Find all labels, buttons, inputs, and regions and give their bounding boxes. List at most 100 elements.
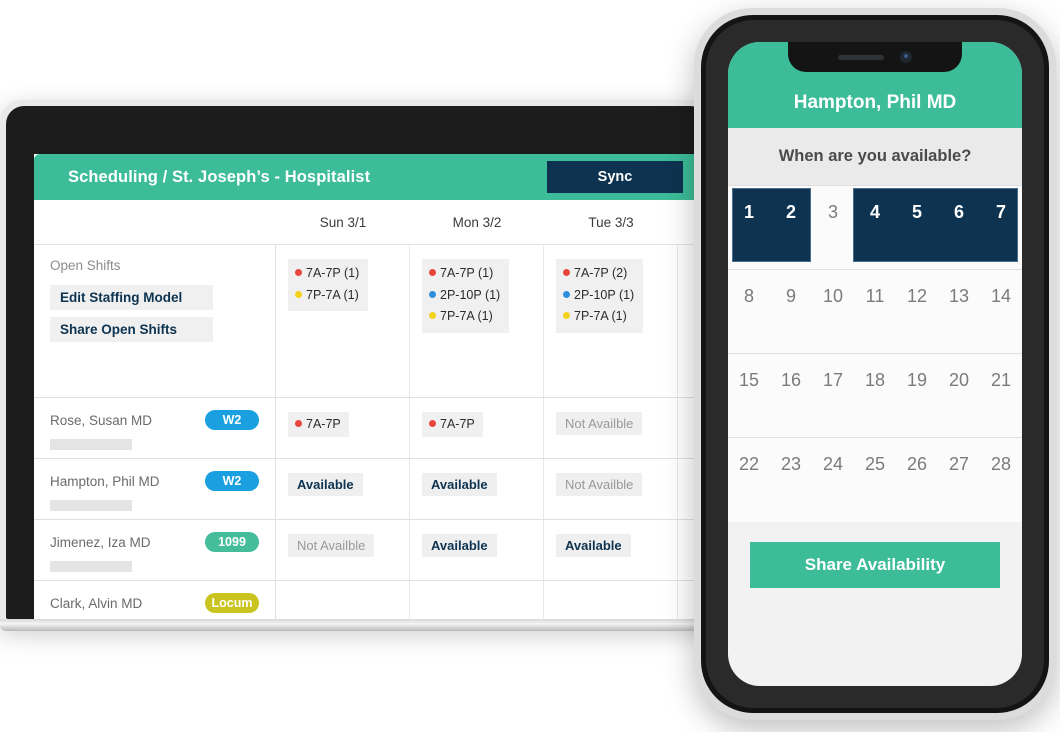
calendar-day-16[interactable]: 16 [770, 354, 812, 437]
shift-line: 2P-10P (1) [429, 285, 500, 307]
shift-label: 7P-7A (1) [574, 309, 627, 323]
unavailable-label: Not Availble [288, 534, 375, 557]
calendar-day-7[interactable]: 7 [980, 186, 1022, 269]
calendar-day-18[interactable]: 18 [854, 354, 896, 437]
availability-prompt-bar: When are you available? [728, 128, 1022, 186]
calendar-day-6[interactable]: 6 [938, 186, 980, 269]
shift-chip-group: 7A-7P (1) 2P-10P (1) 7P-7A (1) [422, 259, 510, 333]
status-badge: 1099 [205, 532, 259, 552]
provider-cell[interactable]: Jimenez, Iza MD 1099 [34, 520, 276, 580]
schedule-cell[interactable]: Available [410, 459, 544, 519]
schedule-cell[interactable] [410, 581, 544, 619]
status-badge: W2 [205, 410, 259, 430]
calendar-day-24[interactable]: 24 [812, 438, 854, 522]
provider-cell[interactable]: Clark, Alvin MD Locum [34, 581, 276, 619]
speaker-icon [838, 54, 884, 60]
shift-dot-icon [429, 312, 436, 319]
calendar-day-8[interactable]: 8 [728, 270, 770, 353]
calendar-day-12[interactable]: 12 [896, 270, 938, 353]
calendar-day-20[interactable]: 20 [938, 354, 980, 437]
calendar-day-25[interactable]: 25 [854, 438, 896, 522]
share-availability-button[interactable]: Share Availability [750, 542, 1000, 588]
calendar-day-4[interactable]: 4 [854, 186, 896, 269]
table-row: Hampton, Phil MD W2 Available Available [34, 459, 708, 520]
calendar-day-28[interactable]: 28 [980, 438, 1022, 522]
open-shifts-cell-tue[interactable]: 7A-7P (2) 2P-10P (1) 7P-7A (1) [544, 245, 678, 397]
calendar-day-5[interactable]: 5 [896, 186, 938, 269]
shift-label: 7A-7P (1) [306, 266, 360, 280]
share-open-shifts-button[interactable]: Share Open Shifts [50, 317, 213, 342]
laptop-device: Scheduling / St. Joseph’s - Hospitalist … [0, 100, 714, 640]
shift-label: 7P-7A (1) [440, 309, 493, 323]
schedule-cell[interactable]: Not Availble [276, 520, 410, 580]
sync-button[interactable]: Sync [547, 161, 683, 193]
available-label: Available [288, 473, 363, 496]
edit-staffing-model-button[interactable]: Edit Staffing Model [50, 285, 213, 310]
table-row: Rose, Susan MD W2 7A-7P 7A-7P Not Availb… [34, 398, 708, 459]
calendar-day-26[interactable]: 26 [896, 438, 938, 522]
shift-dot-icon [429, 420, 436, 427]
schedule-cell[interactable]: Not Availble [544, 459, 678, 519]
calendar-day-10[interactable]: 10 [812, 270, 854, 353]
screenshot-stage: Scheduling / St. Joseph’s - Hospitalist … [0, 0, 1060, 732]
open-shifts-label: Open Shifts [50, 258, 121, 273]
schedule-cell[interactable]: Available [276, 459, 410, 519]
provider-cell[interactable]: Rose, Susan MD W2 [34, 398, 276, 458]
calendar-day-14[interactable]: 14 [980, 270, 1022, 353]
placeholder-bar [50, 500, 132, 511]
schedule-cell[interactable]: 7A-7P [410, 398, 544, 458]
calendar-day-17[interactable]: 17 [812, 354, 854, 437]
open-shifts-cell-sun[interactable]: 7A-7P (1) 7P-7A (1) [276, 245, 410, 397]
schedule-cell[interactable]: Available [544, 520, 678, 580]
schedule-grid: Open Shifts Edit Staffing Model Share Op… [34, 244, 708, 619]
page-title: Scheduling / St. Joseph’s - Hospitalist [68, 167, 371, 186]
schedule-cell[interactable]: 7A-7P [276, 398, 410, 458]
provider-cell[interactable]: Hampton, Phil MD W2 [34, 459, 276, 519]
calendar-day-11[interactable]: 11 [854, 270, 896, 353]
shift-label: 7A-7P (2) [574, 266, 628, 280]
schedule-cell[interactable]: Not Availble [544, 398, 678, 458]
shift-dot-icon [429, 290, 436, 298]
open-shifts-row: Open Shifts Edit Staffing Model Share Op… [34, 245, 708, 398]
shift-dot-icon [295, 290, 302, 298]
calendar-day-21[interactable]: 21 [980, 354, 1022, 437]
calendar-day-27[interactable]: 27 [938, 438, 980, 522]
phone-device: Hampton, Phil MD When are you available?… [694, 8, 1056, 720]
phone-screen: Hampton, Phil MD When are you available?… [728, 42, 1022, 686]
table-row: Jimenez, Iza MD 1099 Not Availble Availa… [34, 520, 708, 581]
available-label: Available [556, 534, 631, 557]
available-label: Available [422, 473, 497, 496]
shift-dot-icon [563, 290, 570, 298]
shift-dot-icon [563, 312, 570, 319]
schedule-cell[interactable] [276, 581, 410, 619]
calendar-day-9[interactable]: 9 [770, 270, 812, 353]
status-badge: W2 [205, 471, 259, 491]
app-header: Scheduling / St. Joseph’s - Hospitalist … [34, 154, 708, 200]
shift-label: 7A-7P [440, 417, 475, 431]
shift-chip: 7A-7P [422, 412, 483, 438]
calendar-day-13[interactable]: 13 [938, 270, 980, 353]
calendar-day-22[interactable]: 22 [728, 438, 770, 522]
shift-line: 2P-10P (1) [563, 285, 634, 307]
calendar-day-2[interactable]: 2 [770, 186, 812, 269]
open-shifts-cell-mon[interactable]: 7A-7P (1) 2P-10P (1) 7P-7A (1) [410, 245, 544, 397]
calendar-day-23[interactable]: 23 [770, 438, 812, 522]
calendar-day-15[interactable]: 15 [728, 354, 770, 437]
laptop-bezel: Scheduling / St. Joseph’s - Hospitalist … [6, 106, 708, 619]
status-badge: Locum [205, 593, 259, 613]
shift-label: 2P-10P (1) [574, 287, 635, 302]
shift-line: 7P-7A (1) [295, 285, 359, 307]
unavailable-label: Not Availble [556, 473, 643, 496]
schedule-cell[interactable]: Available [410, 520, 544, 580]
schedule-cell[interactable] [544, 581, 678, 619]
shift-dot-icon [429, 269, 436, 276]
column-header-sun: Sun 3/1 [319, 214, 367, 230]
shift-line: 7P-7A (1) [429, 306, 500, 328]
shift-label: 7A-7P (1) [440, 266, 494, 280]
calendar-day-19[interactable]: 19 [896, 354, 938, 437]
phone-notch [788, 42, 962, 72]
calendar-day-1[interactable]: 1 [728, 186, 770, 269]
calendar-day-3[interactable]: 3 [812, 186, 854, 269]
provider-name: Jimenez, Iza MD [50, 535, 151, 550]
availability-prompt-text: When are you available? [778, 147, 972, 165]
